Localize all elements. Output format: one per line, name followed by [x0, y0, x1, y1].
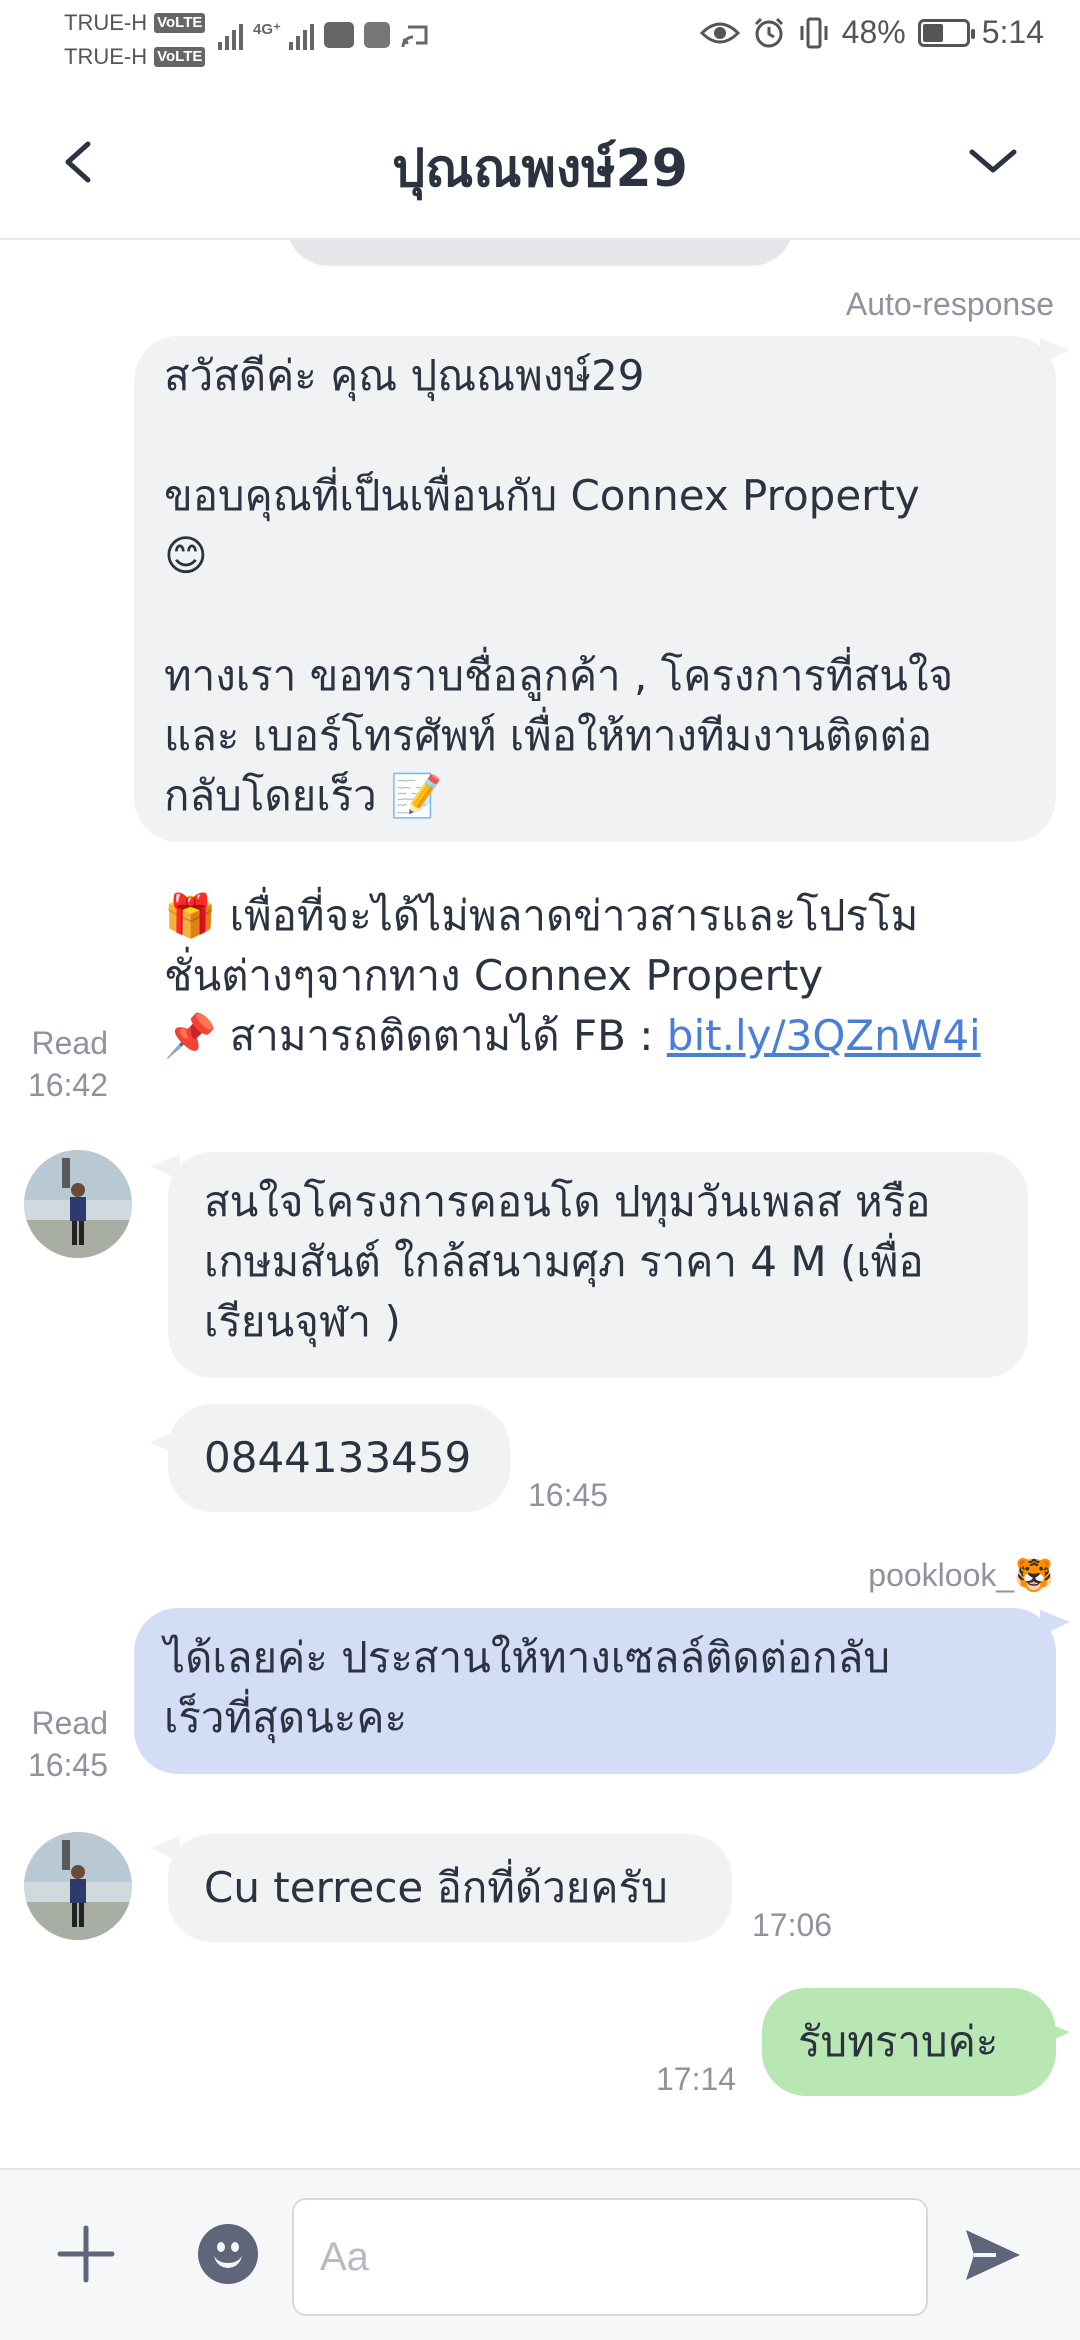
- message-meta: Read 16:45: [0, 1702, 108, 1786]
- volte-badge: VoLTE: [154, 47, 206, 67]
- plus-icon: [57, 2225, 115, 2283]
- carrier-1: TRUE-H: [64, 10, 148, 35]
- chat-menu-button[interactable]: [958, 124, 1028, 200]
- battery-percent: 48%: [841, 14, 906, 50]
- status-bar: TRUE-H VoLTE TRUE-H VoLTE 4G⁺ 48% 5:14: [0, 0, 1080, 84]
- message-text: สวัสดีค่ะ คุณ ปุณณพงษ์29 ขอบคุณที่เป็นเพ…: [164, 351, 954, 1060]
- app-icon: [363, 22, 390, 48]
- message-bubble[interactable]: สนใจโครงการคอนโด ปทุมวันเพลส หรือ เกษมสั…: [168, 1152, 1028, 1378]
- message-meta: Read 16:42: [0, 1022, 108, 1106]
- message-bubble[interactable]: 0844133459: [168, 1404, 510, 1512]
- message-time: 16:45: [528, 1477, 609, 1513]
- avatar[interactable]: [24, 1832, 132, 1940]
- message-time: 17:14: [656, 2061, 737, 2097]
- carrier-2: TRUE-H: [64, 44, 148, 69]
- message-time: 16:42: [27, 1067, 108, 1103]
- cast-icon: [401, 25, 428, 48]
- emoji-icon-eye: [231, 2242, 239, 2252]
- system-notice: [286, 240, 794, 266]
- message-bubble[interactable]: ได้เลยค่ะ ประสานให้ทางเซลล์ติดต่อกลับ เร…: [134, 1608, 1056, 1774]
- volte-badge: VoLTE: [154, 13, 206, 33]
- battery-level: [922, 23, 943, 42]
- message-bubble[interactable]: รับทราบค่ะ: [762, 1988, 1056, 2096]
- read-status: Read: [31, 1025, 109, 1061]
- chat-header: ปุณณพงษ์29: [0, 84, 1080, 240]
- message-input[interactable]: [292, 2198, 928, 2316]
- message-text: รับทราบค่ะ: [798, 2017, 999, 2066]
- chevron-down-icon: [969, 149, 1017, 173]
- battery-icon: [917, 18, 975, 47]
- alarm-icon: [754, 17, 783, 47]
- message-text: ได้เลยค่ะ ประสานให้ทางเซลล์ติดต่อกลับ เร…: [164, 1633, 890, 1742]
- vibrate-icon: [800, 17, 828, 48]
- network-type: 4G⁺: [253, 21, 281, 38]
- add-attachment-button[interactable]: [54, 2222, 118, 2286]
- message-composer: [0, 2168, 1080, 2340]
- avatar-photo: [24, 1150, 132, 1258]
- send-button[interactable]: [960, 2222, 1026, 2288]
- read-status: Read: [31, 1705, 109, 1741]
- carrier-info: TRUE-H VoLTE TRUE-H VoLTE: [64, 6, 206, 74]
- message-bubble[interactable]: สวัสดีค่ะ คุณ ปุณณพงษ์29 ขอบคุณที่เป็นเพ…: [134, 336, 1056, 1060]
- message-list[interactable]: Auto-response สวัสดีค่ะ คุณ ปุณณพงษ์29 ข…: [0, 240, 1080, 2168]
- emoji-icon: [217, 2242, 225, 2252]
- status-icons-right: 48% 5:14: [699, 14, 1044, 51]
- emoji-icon-mouth: [214, 2254, 242, 2268]
- eye-icon: [699, 22, 740, 43]
- message-bubble[interactable]: Cu terrece อีกที่ด้วยครับ: [168, 1834, 732, 1942]
- clock: 5:14: [981, 14, 1044, 50]
- signal-icon: [288, 20, 314, 50]
- chat-title: ปุณณพงษ์29: [392, 139, 688, 199]
- message-time: 17:06: [752, 1907, 833, 1943]
- avatar-photo: [24, 1832, 132, 1940]
- message-text: สนใจโครงการคอนโด ปทุมวันเพลส หรือ เกษมสั…: [204, 1177, 931, 1346]
- network-icons: 4G⁺: [218, 20, 430, 50]
- message-time: 16:45: [27, 1747, 108, 1783]
- avatar[interactable]: [24, 1150, 132, 1258]
- youtube-icon: [323, 22, 354, 48]
- message-text: 0844133459: [204, 1433, 472, 1482]
- emoji-button[interactable]: [198, 2224, 258, 2284]
- fb-link[interactable]: bit.ly/3QZnW4i: [667, 1011, 981, 1060]
- agent-name-label: pooklook_🐯: [868, 1557, 1054, 1593]
- message-text: Cu terrece อีกที่ด้วยครับ: [204, 1863, 668, 1912]
- send-icon: [966, 2230, 1020, 2280]
- auto-response-label: Auto-response: [845, 286, 1054, 322]
- signal-icon: [218, 20, 243, 50]
